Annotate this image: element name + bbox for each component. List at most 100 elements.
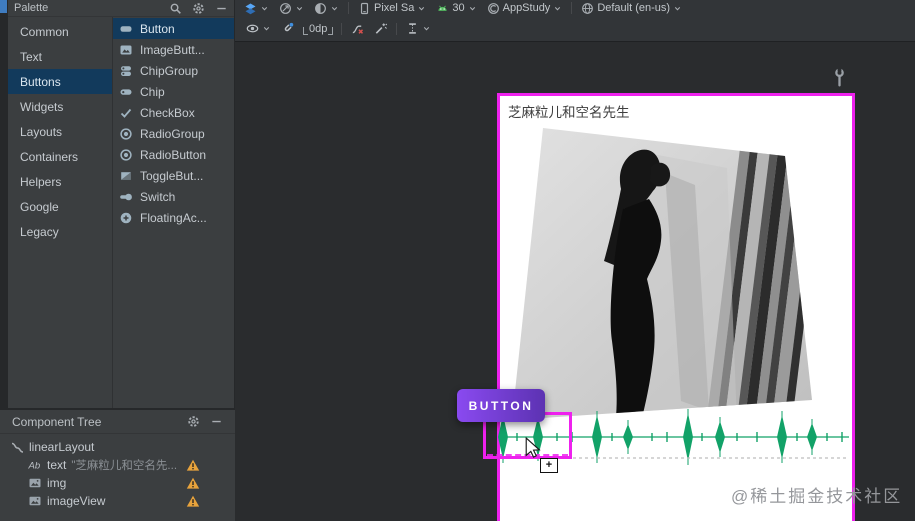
linearlayout-icon: [10, 440, 24, 454]
wrench-icon[interactable]: [833, 68, 846, 87]
android-studio-layout-editor: Palette Common Text Buttons Widgets Layouts C…: [0, 0, 915, 521]
droid-icon: [436, 2, 449, 15]
vertical-align-icon: [406, 22, 419, 35]
palette-item-label: CheckBox: [140, 105, 195, 120]
search-icon[interactable]: [169, 2, 182, 15]
palette-item-label: RadioButton: [140, 147, 207, 162]
switch-icon: [119, 190, 133, 204]
palette-item-button[interactable]: Button: [113, 18, 234, 39]
palette-item-label: ImageButt...: [140, 42, 205, 57]
palette-item-label: ToggleBut...: [140, 168, 204, 183]
textview-preview[interactable]: 芝麻粒儿和空名先生: [508, 101, 630, 121]
palette-item-checkbox[interactable]: CheckBox: [113, 102, 234, 123]
chevron-down-icon: [422, 24, 431, 33]
magnet-icon: [281, 22, 294, 35]
palette-category-list: Common Text Buttons Widgets Layouts Container…: [8, 17, 113, 408]
component-tree-panel: Component Tree linearLayout Ab text "芝麻粒儿和空…: [0, 408, 235, 521]
palette-item-label: RadioGroup: [140, 126, 205, 141]
warning-icon[interactable]: [186, 458, 200, 472]
align-menu-button[interactable]: [401, 16, 436, 41]
palette-item-togglebut[interactable]: ToggleBut...: [113, 165, 234, 186]
palette-category-layouts[interactable]: Layouts: [8, 119, 112, 144]
palette-item-radiogroup[interactable]: RadioGroup: [113, 123, 234, 144]
locale-selector[interactable]: Default (en-us): [576, 0, 687, 16]
chevron-down-icon: [295, 4, 304, 13]
palette-item-radiobutton[interactable]: RadioButton: [113, 144, 234, 165]
palette-category-helpers[interactable]: Helpers: [8, 169, 112, 194]
image-icon: [28, 494, 42, 508]
minimize-icon[interactable]: [210, 415, 223, 428]
palette-item-label: Chip: [140, 84, 165, 99]
design-toolbar-main: Pixel Sa 30 AppStudy Default (en-us): [235, 0, 915, 16]
drag-copy-plus-badge: +: [540, 458, 558, 473]
text-icon: Ab: [28, 458, 42, 472]
locale-selector-label: Default (en-us): [597, 2, 671, 14]
night-mode-selector[interactable]: [309, 0, 344, 16]
magic-wand-icon: [374, 22, 388, 35]
palette-item-switch[interactable]: Switch: [113, 186, 234, 207]
warning-icon[interactable]: [186, 476, 200, 490]
warning-icon[interactable]: [186, 494, 200, 508]
autoconnect-toggle[interactable]: [276, 16, 299, 41]
chevron-down-icon: [673, 4, 682, 13]
watermark-text: @稀土掘金技术社区: [731, 487, 903, 506]
gear-icon[interactable]: [187, 415, 200, 428]
palette-item-chip[interactable]: Chip: [113, 81, 234, 102]
imagebutton-icon: [119, 43, 133, 57]
tree-item-linearlayout[interactable]: linearLayout: [0, 438, 235, 456]
chipgroup-icon: [119, 64, 133, 78]
fab-icon: [119, 211, 133, 225]
tree-item-img[interactable]: img: [0, 474, 235, 492]
view-options-button[interactable]: [241, 16, 276, 41]
device-selector[interactable]: Pixel Sa: [353, 0, 431, 16]
minimize-icon[interactable]: [215, 2, 228, 15]
togglebutton-icon: [119, 169, 133, 183]
infer-constraints-button[interactable]: [369, 16, 392, 41]
radiogroup-icon: [119, 127, 133, 141]
tree-item-text[interactable]: Ab text "芝麻粒儿和空名先...: [0, 456, 235, 474]
component-tree-header: Component Tree: [0, 410, 235, 434]
palette-category-google[interactable]: Google: [8, 194, 112, 219]
component-tree-list: linearLayout Ab text "芝麻粒儿和空名先... img imageVi…: [0, 434, 235, 510]
theme-selector[interactable]: AppStudy: [482, 0, 568, 16]
palette-item-imagebutt[interactable]: ImageButt...: [113, 39, 234, 60]
palette-category-common[interactable]: Common: [8, 19, 112, 44]
palette-category-legacy[interactable]: Legacy: [8, 219, 112, 244]
component-tree-title: Component Tree: [12, 414, 102, 429]
theme-icon: [487, 2, 500, 15]
api-version-selector[interactable]: 30: [431, 0, 481, 16]
tree-item-label: text: [47, 458, 67, 472]
design-toolbar-secondary: 0dp: [235, 16, 915, 42]
tree-item-label: img: [47, 476, 67, 490]
orientation-selector[interactable]: [274, 0, 309, 16]
clear-constraints-button[interactable]: [346, 16, 369, 41]
default-margins-button[interactable]: 0dp: [299, 23, 337, 35]
palette-category-text[interactable]: Text: [8, 44, 112, 69]
tree-item-label: imageView: [47, 494, 106, 508]
palette-item-floatingac[interactable]: FloatingAc...: [113, 207, 234, 228]
radiobutton-icon: [119, 148, 133, 162]
window-edge-accent: [0, 0, 7, 13]
palette-item-label: FloatingAc...: [140, 210, 207, 225]
palette-component-list: Button ImageButt... ChipGroup Chip CheckBox R…: [113, 17, 234, 408]
chevron-down-icon: [260, 4, 269, 13]
dragged-button-preview[interactable]: BUTTON: [457, 389, 545, 422]
image-icon: [28, 476, 42, 490]
tree-item-imageview[interactable]: imageView: [0, 492, 235, 510]
design-surface-selector[interactable]: [239, 0, 274, 16]
palette-header: Palette: [8, 0, 234, 17]
palette-category-containers[interactable]: Containers: [8, 144, 112, 169]
globe-icon: [581, 2, 594, 15]
margin-bracket-left: [303, 26, 308, 35]
clear-constraints-icon: [351, 22, 364, 35]
layers-icon: [244, 2, 257, 15]
api-version-label: 30: [452, 2, 465, 14]
tree-item-value: "芝麻粒儿和空名先...: [71, 460, 178, 472]
phone-icon: [358, 2, 371, 15]
night-mode-icon: [314, 2, 327, 15]
palette-item-chipgroup[interactable]: ChipGroup: [113, 60, 234, 81]
gear-icon[interactable]: [192, 2, 205, 15]
palette-category-widgets[interactable]: Widgets: [8, 94, 112, 119]
palette-item-label: ChipGroup: [140, 63, 199, 78]
palette-category-buttons[interactable]: Buttons: [8, 69, 112, 94]
